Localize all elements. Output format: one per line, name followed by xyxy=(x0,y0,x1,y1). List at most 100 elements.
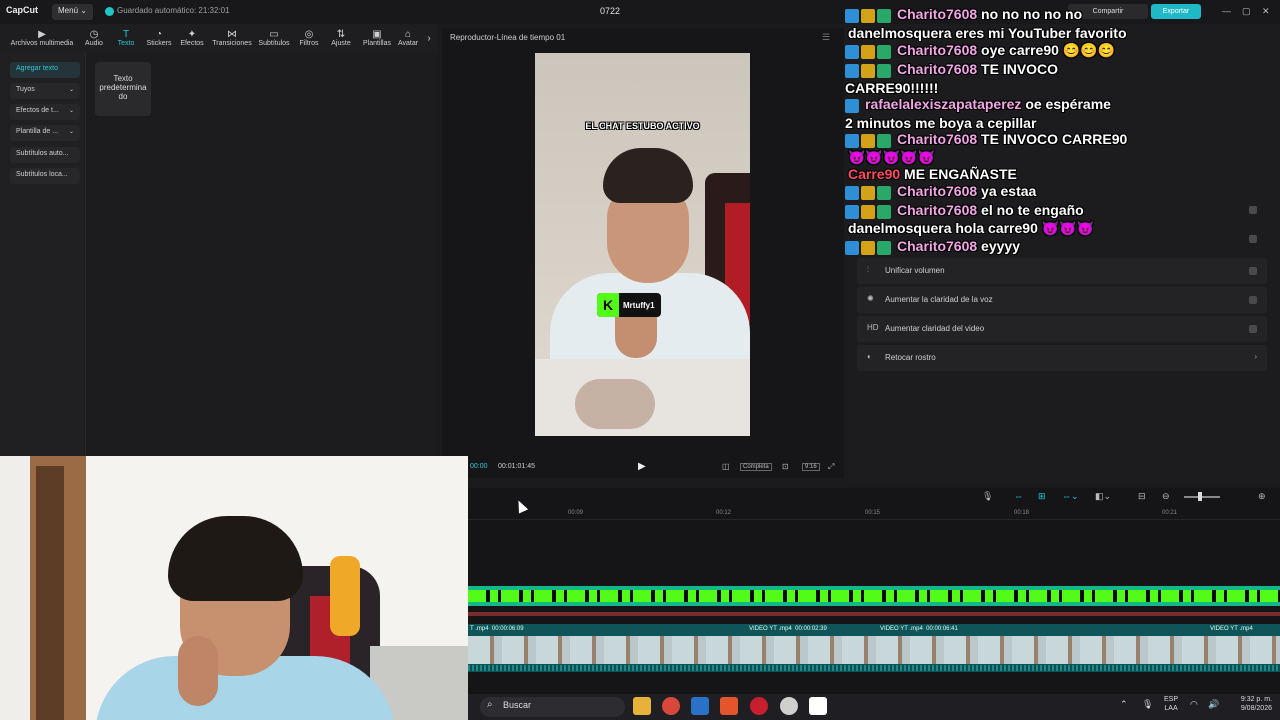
ratio-selector[interactable]: Completa xyxy=(740,463,772,471)
taskbar-search[interactable] xyxy=(480,697,625,717)
maximize-icon[interactable]: ▢ xyxy=(1242,6,1251,17)
microphone-icon[interactable]: 🎙 xyxy=(982,491,993,502)
zoom-slider-handle[interactable] xyxy=(1198,492,1202,501)
video-preview[interactable]: EL CHAT ESTUBO ACTIVO K Mrtuffy1 xyxy=(535,53,750,436)
chat-message: Carre90 ME ENGAÑASTE xyxy=(848,166,1017,182)
effects-icon: ✦ xyxy=(187,29,197,40)
default-text-card[interactable]: Texto predetermina do xyxy=(95,62,151,116)
chat-text: ME ENGAÑASTE xyxy=(904,166,1017,182)
split-icon[interactable]: ◧⌄ xyxy=(1095,491,1111,502)
tool-transitions[interactable]: ⋈ Transiciones xyxy=(210,24,254,52)
preview-axis-icon[interactable]: ⊟ xyxy=(1138,491,1146,502)
video-caption[interactable]: EL CHAT ESTUBO ACTIVO xyxy=(535,121,750,131)
kick-overlay-clip[interactable] xyxy=(468,590,1280,602)
fullscreen-icon[interactable]: ⤢ xyxy=(828,462,834,472)
capcut-icon[interactable] xyxy=(809,697,827,715)
retouch-face-row[interactable]: ◐ Retocar rostro › xyxy=(857,345,1267,371)
tool-avatar[interactable]: ⌂ Avatar xyxy=(396,24,420,52)
toolbar: ▶ Archivos multimedia ◷ Audio T Texto ◔ Stic… xyxy=(0,24,438,52)
file-explorer-icon[interactable] xyxy=(633,697,651,715)
voice-icon: ✺ xyxy=(867,294,874,303)
minimize-icon[interactable]: — xyxy=(1222,6,1231,16)
menu-icon[interactable]: ☰ xyxy=(822,32,830,43)
toolbar-more-button[interactable]: › xyxy=(424,24,434,52)
tool-captions[interactable]: ▭ Subtítulos xyxy=(256,24,292,52)
zoom-slider[interactable] xyxy=(1184,496,1220,498)
zoom-in-icon[interactable]: ⊕ xyxy=(1258,491,1266,502)
chat-badges xyxy=(845,239,893,256)
tool-text[interactable]: T Texto xyxy=(112,24,140,52)
category-label: Subtítulos loca... xyxy=(16,171,68,178)
category-auto-captions[interactable]: Subtítulos auto... xyxy=(10,147,80,163)
crown-badge-icon xyxy=(861,134,875,149)
link-icon[interactable]: ⇔ xyxy=(1014,491,1023,501)
chat-badges xyxy=(845,132,893,149)
chat-text: ya estaa xyxy=(981,183,1037,199)
screenshot-icon[interactable]: ⊡ xyxy=(782,462,789,471)
project-name[interactable]: 0722 xyxy=(600,6,620,16)
speaker-icon[interactable]: 🔊 xyxy=(1208,699,1219,710)
video-thumbnails[interactable] xyxy=(468,636,1280,664)
tool-adjust[interactable]: ⇅ Ajuste xyxy=(328,24,354,52)
chat-message: Charito7608 ya estaa xyxy=(845,183,1037,201)
menu-button[interactable]: Menú ⌄ xyxy=(52,4,93,20)
unify-volume-row[interactable]: ⫶ Unificar volumen xyxy=(857,258,1267,284)
verified-badge-icon xyxy=(845,205,859,220)
play-icon[interactable]: ▶ xyxy=(638,461,646,472)
sub-badge-icon xyxy=(877,45,891,60)
wifi-icon[interactable]: ◠ xyxy=(1190,699,1198,710)
zoom-out-icon[interactable]: ⊖ xyxy=(1162,491,1170,502)
chat-username: Charito7608 xyxy=(897,6,978,22)
opera-icon[interactable] xyxy=(750,697,768,715)
row-label: Retocar rostro xyxy=(885,353,936,362)
microphone-icon[interactable]: 🎙 xyxy=(1142,699,1153,710)
clip-label: T .mp4 00:00:06:09 xyxy=(470,626,524,632)
clock[interactable]: 9:32 p. m. 9/08/2026 xyxy=(1230,695,1272,713)
category-yours[interactable]: Tuyos ⌄ xyxy=(10,83,80,99)
voice-clarity-toggle[interactable] xyxy=(1249,296,1257,304)
app-logo: CapCut xyxy=(6,5,38,15)
chat-text: oe espérame xyxy=(1025,96,1111,112)
chevron-up-icon[interactable]: ⌃ xyxy=(1120,699,1128,710)
chat-username: Charito7608 xyxy=(897,61,978,77)
fit-icon[interactable]: ◫ xyxy=(722,462,730,471)
audio-icon: ◷ xyxy=(89,29,99,40)
chrome-icon[interactable] xyxy=(662,697,680,715)
video-clarity-toggle[interactable] xyxy=(1249,325,1257,333)
tool-filters[interactable]: ◎ Filtros xyxy=(296,24,322,52)
magnet-icon[interactable]: ⊞ xyxy=(1038,491,1046,502)
verified-badge-icon xyxy=(845,241,859,256)
snap-icon[interactable]: ⇔⌄ xyxy=(1062,491,1079,502)
category-text-effects[interactable]: Efectos de t... ⌄ xyxy=(10,104,80,120)
time-ruler[interactable] xyxy=(468,519,1280,520)
tool-audio[interactable]: ◷ Audio xyxy=(80,24,108,52)
tool-label: Audio xyxy=(85,40,103,47)
audio-clip-track[interactable] xyxy=(468,612,1280,616)
export-button[interactable]: Exportar xyxy=(1151,4,1201,19)
overlay-clip-track[interactable] xyxy=(468,586,1280,606)
video-clarity-row[interactable]: HD Aumentar claridad del video xyxy=(857,316,1267,342)
chat-badges xyxy=(845,97,861,114)
tool-effects[interactable]: ✦ Efectos xyxy=(178,24,206,52)
category-add-text[interactable]: Agregar texto xyxy=(10,62,80,78)
crown-badge-icon xyxy=(861,186,875,201)
close-icon[interactable]: ✕ xyxy=(1262,6,1270,17)
toggle[interactable] xyxy=(1249,235,1257,243)
clip-label: VIDEO YT .mp4 00:00:06:41 xyxy=(880,626,958,632)
category-local-captions[interactable]: Subtítulos loca... xyxy=(10,168,80,184)
toggle[interactable] xyxy=(1249,206,1257,214)
brave-icon[interactable] xyxy=(720,697,738,715)
tool-media[interactable]: ▶ Archivos multimedia xyxy=(8,24,76,52)
tool-stickers[interactable]: ◔ Stickers xyxy=(144,24,174,52)
clock-time: 9:32 p. m. xyxy=(1240,696,1272,703)
store-icon[interactable] xyxy=(691,697,709,715)
aspect-ratio-button[interactable]: 9:16 xyxy=(802,463,820,471)
voice-clarity-row[interactable]: ✺ Aumentar la claridad de la voz xyxy=(857,287,1267,313)
language-indicator[interactable]: ESP LAA xyxy=(1164,695,1178,713)
unify-volume-toggle[interactable] xyxy=(1249,267,1257,275)
chat-text: TE INVOCO xyxy=(981,61,1059,77)
category-text-templates[interactable]: Plantilla de ... ⌄ xyxy=(10,125,80,141)
tool-templates[interactable]: ▣ Plantillas xyxy=(360,24,394,52)
obs-icon[interactable] xyxy=(780,697,798,715)
ruler-tick: 00:21 xyxy=(1162,510,1178,516)
